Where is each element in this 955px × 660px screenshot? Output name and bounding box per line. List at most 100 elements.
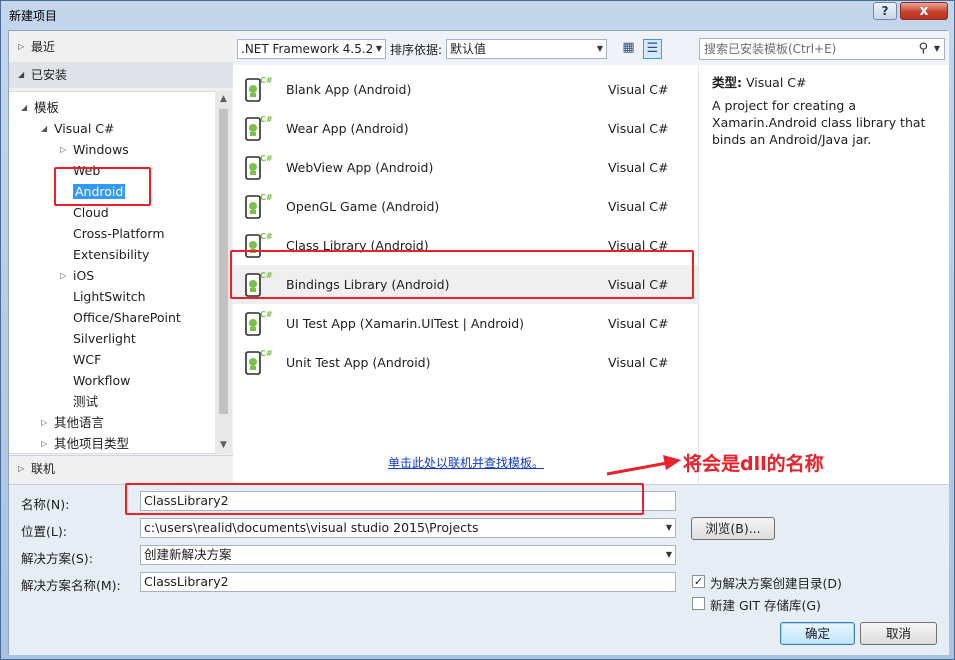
- chevron-down-icon: ▼: [665, 523, 672, 532]
- dialog-body: ▷ 最近 ◢ 已安装 ◢ 模板 ◢ Visual C# ▷ Windows Web Andro…: [8, 30, 949, 655]
- framework-value: .NET Framework 4.5.2: [241, 42, 374, 56]
- template-row[interactable]: C# WebView App (Android) Visual C#: [233, 148, 698, 187]
- title-bar: 新建项目 ? x: [1, 1, 954, 29]
- sort-label: 排序依据:: [390, 43, 443, 57]
- template-row[interactable]: C# Blank App (Android) Visual C#: [233, 70, 698, 109]
- scroll-down-icon[interactable]: ▼: [215, 437, 232, 454]
- tree-item-label: iOS: [73, 268, 95, 283]
- list-view-icon[interactable]: ☰: [643, 39, 662, 59]
- location-label: 位置(L):: [21, 524, 67, 539]
- android-csharp-template-icon: C#: [243, 347, 273, 377]
- browse-button[interactable]: 浏览(B)...: [691, 517, 775, 540]
- tree-item-workflow[interactable]: Workflow: [73, 371, 130, 390]
- tree-item-label: Extensibility: [73, 247, 150, 262]
- android-csharp-template-icon: C#: [243, 74, 273, 104]
- solution-name-value: ClassLibrary2: [144, 574, 229, 589]
- create-directory-checkbox[interactable]: ✓: [692, 575, 705, 588]
- ok-button[interactable]: 确定: [780, 622, 855, 645]
- tree-item-label: Visual C#: [54, 121, 115, 136]
- template-name: WebView App (Android): [286, 160, 434, 175]
- tree-item-label: Cross-Platform: [73, 226, 165, 241]
- sort-select[interactable]: 默认值 ▼: [446, 39, 607, 59]
- scrollbar-thumb[interactable]: [219, 109, 228, 414]
- type-line: 类型: Visual C#: [712, 72, 806, 91]
- help-button[interactable]: ?: [873, 2, 897, 20]
- template-language: Visual C#: [608, 160, 669, 175]
- tree-item-label: LightSwitch: [73, 289, 146, 304]
- expand-arrow-icon[interactable]: ▷: [41, 413, 47, 432]
- solution-value: 创建新解决方案: [144, 547, 232, 562]
- expand-arrow-icon[interactable]: ▷: [60, 140, 66, 159]
- svg-text:C#: C#: [260, 154, 273, 163]
- template-language: Visual C#: [608, 82, 669, 97]
- tree-item-test[interactable]: 测试: [73, 392, 98, 411]
- type-label: 类型:: [712, 75, 742, 90]
- tree-item-label: 测试: [73, 394, 99, 409]
- new-git-label: 新建 GIT 存储库(G): [710, 598, 821, 613]
- tree-item-lightswitch[interactable]: LightSwitch: [73, 287, 146, 306]
- tree-item-other-project-types[interactable]: ▷ 其他项目类型: [41, 434, 129, 453]
- solution-label: 解决方案(S):: [21, 551, 93, 566]
- tree-item-cross-platform[interactable]: Cross-Platform: [73, 224, 165, 243]
- location-combo[interactable]: c:\users\realid\documents\visual studio …: [140, 518, 676, 538]
- tree-item-wcf[interactable]: WCF: [73, 350, 101, 369]
- template-name: UI Test App (Xamarin.UITest | Android): [286, 316, 525, 331]
- svg-text:C#: C#: [260, 115, 273, 124]
- android-csharp-template-icon: C#: [243, 113, 273, 143]
- tree-item-ios[interactable]: ▷ iOS: [60, 266, 95, 285]
- tree-item-other-languages[interactable]: ▷ 其他语言: [41, 413, 104, 432]
- template-name: Blank App (Android): [286, 82, 412, 97]
- tree-item-label: Windows: [73, 142, 129, 157]
- search-placeholder: 搜索已安装模板(Ctrl+E): [704, 42, 837, 56]
- window-title: 新建项目: [9, 9, 58, 23]
- collapse-arrow-icon[interactable]: ◢: [41, 119, 47, 138]
- tree-item-templates[interactable]: ◢ 模板: [21, 98, 60, 117]
- tree-item-label: Cloud: [73, 205, 109, 220]
- online-templates-link[interactable]: 单击此处以联机并查找模板。: [388, 454, 544, 471]
- collapse-arrow-icon[interactable]: ◢: [21, 98, 27, 117]
- sort-value: 默认值: [450, 42, 487, 56]
- android-csharp-template-icon: C#: [243, 152, 273, 182]
- template-description: A project for creating a Xamarin.Android…: [712, 98, 926, 147]
- new-git-checkbox[interactable]: [692, 597, 705, 610]
- template-name: OpenGL Game (Android): [286, 199, 440, 214]
- template-toolbar: .NET Framework 4.5.2 ▼ 排序依据: 默认值 ▼ ▦ ☰ 搜…: [233, 31, 949, 65]
- solution-select[interactable]: 创建新解决方案 ▼: [140, 545, 676, 565]
- grid-view-icon[interactable]: ▦: [619, 39, 638, 59]
- installed-section[interactable]: ◢ 已安装: [9, 62, 233, 88]
- template-name: Unit Test App (Android): [286, 355, 431, 370]
- framework-select[interactable]: .NET Framework 4.5.2 ▼: [237, 39, 386, 59]
- collapse-arrow-icon: ◢: [18, 70, 25, 79]
- template-search-input[interactable]: 搜索已安装模板(Ctrl+E) ⚲ ▼: [699, 38, 945, 60]
- tree-item-extensibility[interactable]: Extensibility: [73, 245, 149, 264]
- tree-item-silverlight[interactable]: Silverlight: [73, 329, 136, 348]
- chevron-down-icon[interactable]: ▼: [934, 39, 940, 59]
- annotation-arrow-icon: [606, 455, 681, 476]
- online-section[interactable]: ▷ 联机: [9, 455, 233, 481]
- template-row[interactable]: C# Unit Test App (Android) Visual C#: [233, 343, 698, 382]
- template-row[interactable]: C# OpenGL Game (Android) Visual C#: [233, 187, 698, 226]
- tree-item-visual-csharp[interactable]: ◢ Visual C#: [41, 119, 115, 138]
- cancel-button[interactable]: 取消: [860, 622, 937, 645]
- recent-section[interactable]: ▷ 最近: [9, 34, 233, 60]
- svg-text:C#: C#: [260, 349, 273, 358]
- close-button[interactable]: x: [900, 2, 948, 20]
- bindings-highlight-box: [230, 250, 694, 299]
- expand-arrow-icon[interactable]: ▷: [60, 266, 66, 285]
- search-icon[interactable]: ⚲: [918, 39, 928, 59]
- expand-arrow-icon: ▷: [18, 464, 25, 473]
- template-details: 类型: Visual C# A project for creating a X…: [698, 65, 949, 484]
- android-highlight-box: [54, 167, 151, 206]
- template-row[interactable]: C# Wear App (Android) Visual C#: [233, 109, 698, 148]
- expand-arrow-icon[interactable]: ▷: [41, 434, 47, 453]
- scroll-up-icon[interactable]: ▲: [215, 91, 232, 108]
- solution-name-input[interactable]: ClassLibrary2: [140, 572, 676, 592]
- tree-item-windows[interactable]: ▷ Windows: [60, 140, 129, 159]
- tree-item-label: 模板: [34, 100, 60, 115]
- installed-label: 已安装: [31, 68, 68, 82]
- svg-text:C#: C#: [260, 310, 273, 319]
- template-language: Visual C#: [608, 355, 669, 370]
- category-pane: ▷ 最近 ◢ 已安装 ◢ 模板 ◢ Visual C# ▷ Windows Web Andro…: [9, 31, 233, 484]
- template-row[interactable]: C# UI Test App (Xamarin.UITest | Android)…: [233, 304, 698, 343]
- tree-item-office-sharepoint[interactable]: Office/SharePoint: [73, 308, 181, 327]
